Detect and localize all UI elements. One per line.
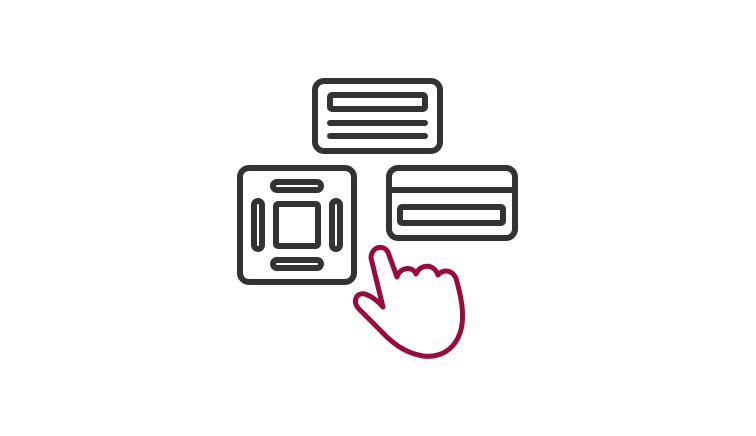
illustration-canvas (0, 0, 756, 436)
layout-grid-card-icon (237, 165, 357, 285)
pointing-hand-icon (352, 245, 466, 359)
input-field-card-icon (386, 165, 518, 241)
text-block-card-icon (312, 78, 443, 154)
ui-selection-illustration (237, 78, 518, 359)
